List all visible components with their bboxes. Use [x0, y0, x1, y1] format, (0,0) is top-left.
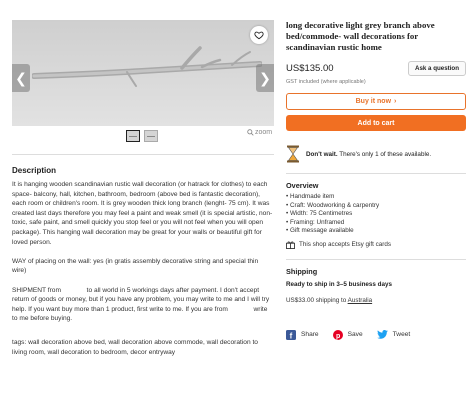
- product-title: long decorative light grey branch above …: [286, 20, 435, 52]
- thumbnail-strip: [126, 130, 158, 142]
- gallery-next-button[interactable]: ❯: [256, 64, 274, 92]
- thumbnail-1[interactable]: [126, 130, 140, 142]
- zoom-label: zoom: [255, 129, 273, 136]
- gallery-prev-button[interactable]: ❮: [12, 64, 30, 92]
- overview-item: Width: 75 Centimetres: [286, 210, 466, 219]
- buy-now-label: Buy it now: [355, 98, 392, 105]
- heart-icon: [254, 31, 264, 40]
- description-tags: tags: wall decoration above bed, wall de…: [12, 338, 260, 356]
- hourglass-icon: [287, 145, 299, 163]
- description-paragraph: WAY of placing on the wall: yes (in grat…: [12, 257, 261, 275]
- chevron-right-icon: ›: [394, 98, 397, 105]
- chevron-left-icon: ❮: [15, 70, 27, 86]
- twitter-tweet-label: Tweet: [392, 331, 411, 339]
- thumbnail-2[interactable]: [144, 130, 158, 142]
- overview-item: Craft: Woodworking & carpentry: [286, 202, 466, 211]
- product-image-gallery[interactable]: ❮ ❯: [12, 20, 274, 126]
- description-heading: Description: [12, 166, 57, 175]
- description-paragraph: It is hanging wooden scandinavian rustic…: [12, 181, 273, 246]
- favorite-button[interactable]: [250, 26, 268, 44]
- pinterest-save-button[interactable]: p Save: [332, 329, 363, 340]
- shipping-destination-link[interactable]: Australia: [348, 297, 373, 304]
- share-row: f Share p Save Tweet: [286, 329, 466, 340]
- overview-item: Framing: Unframed: [286, 219, 466, 228]
- shipping-divider: [286, 258, 466, 260]
- shipping-cost: US$33.00 shipping to Australia: [286, 297, 466, 304]
- description-body: It is hanging wooden scandinavian rustic…: [12, 180, 274, 367]
- facebook-icon: f: [286, 329, 296, 340]
- overview-list: Handmade item Craft: Woodworking & carpe…: [286, 193, 466, 236]
- description-paragraph: SHIPMENT from to all world in 5 workings…: [12, 286, 271, 323]
- shipping-heading: Shipping: [286, 266, 318, 276]
- product-info-panel: long decorative light grey branch above …: [286, 20, 466, 340]
- facebook-share-button[interactable]: f Share: [286, 329, 319, 340]
- gift-card-icon: [286, 241, 295, 249]
- price-row: US$135.00 Ask a question: [286, 61, 466, 76]
- product-image-branch: [32, 46, 262, 87]
- twitter-tweet-button[interactable]: Tweet: [376, 330, 411, 340]
- chevron-right-icon: ❯: [259, 70, 271, 86]
- buy-now-button[interactable]: Buy it now ›: [286, 93, 466, 110]
- pinterest-icon: p: [332, 329, 343, 340]
- overview-item: Handmade item: [286, 193, 466, 202]
- description-divider: [12, 154, 274, 155]
- gift-card-text: This shop accepts Etsy gift cards: [299, 241, 392, 249]
- overview-divider: [286, 173, 466, 174]
- stock-bold: Don't wait.: [306, 150, 338, 158]
- svg-text:p: p: [336, 333, 340, 340]
- pinterest-save-label: Save: [347, 331, 363, 339]
- overview-item: Gift message available: [286, 227, 466, 236]
- shipping-cost-text: US$33.00 shipping to: [286, 296, 348, 304]
- stock-text: Don't wait. There's only 1 of these avai…: [306, 151, 431, 158]
- stock-notice: Don't wait. There's only 1 of these avai…: [286, 145, 466, 163]
- gst-note: GST included (where applicable): [286, 79, 366, 85]
- magnifier-icon: [247, 129, 254, 136]
- add-to-cart-button[interactable]: Add to cart: [286, 115, 466, 131]
- zoom-button[interactable]: zoom: [247, 129, 272, 136]
- stock-detail: There's only 1 of these available.: [337, 150, 432, 158]
- svg-text:f: f: [290, 332, 293, 340]
- twitter-icon: [376, 330, 388, 340]
- product-price: US$135.00: [286, 63, 334, 74]
- ready-to-ship: Ready to ship in 3–5 business days: [286, 280, 393, 288]
- gift-card-notice: This shop accepts Etsy gift cards: [286, 241, 466, 249]
- ask-question-button[interactable]: Ask a question: [407, 61, 466, 76]
- facebook-share-label: Share: [301, 331, 319, 339]
- overview-heading: Overview: [286, 181, 319, 190]
